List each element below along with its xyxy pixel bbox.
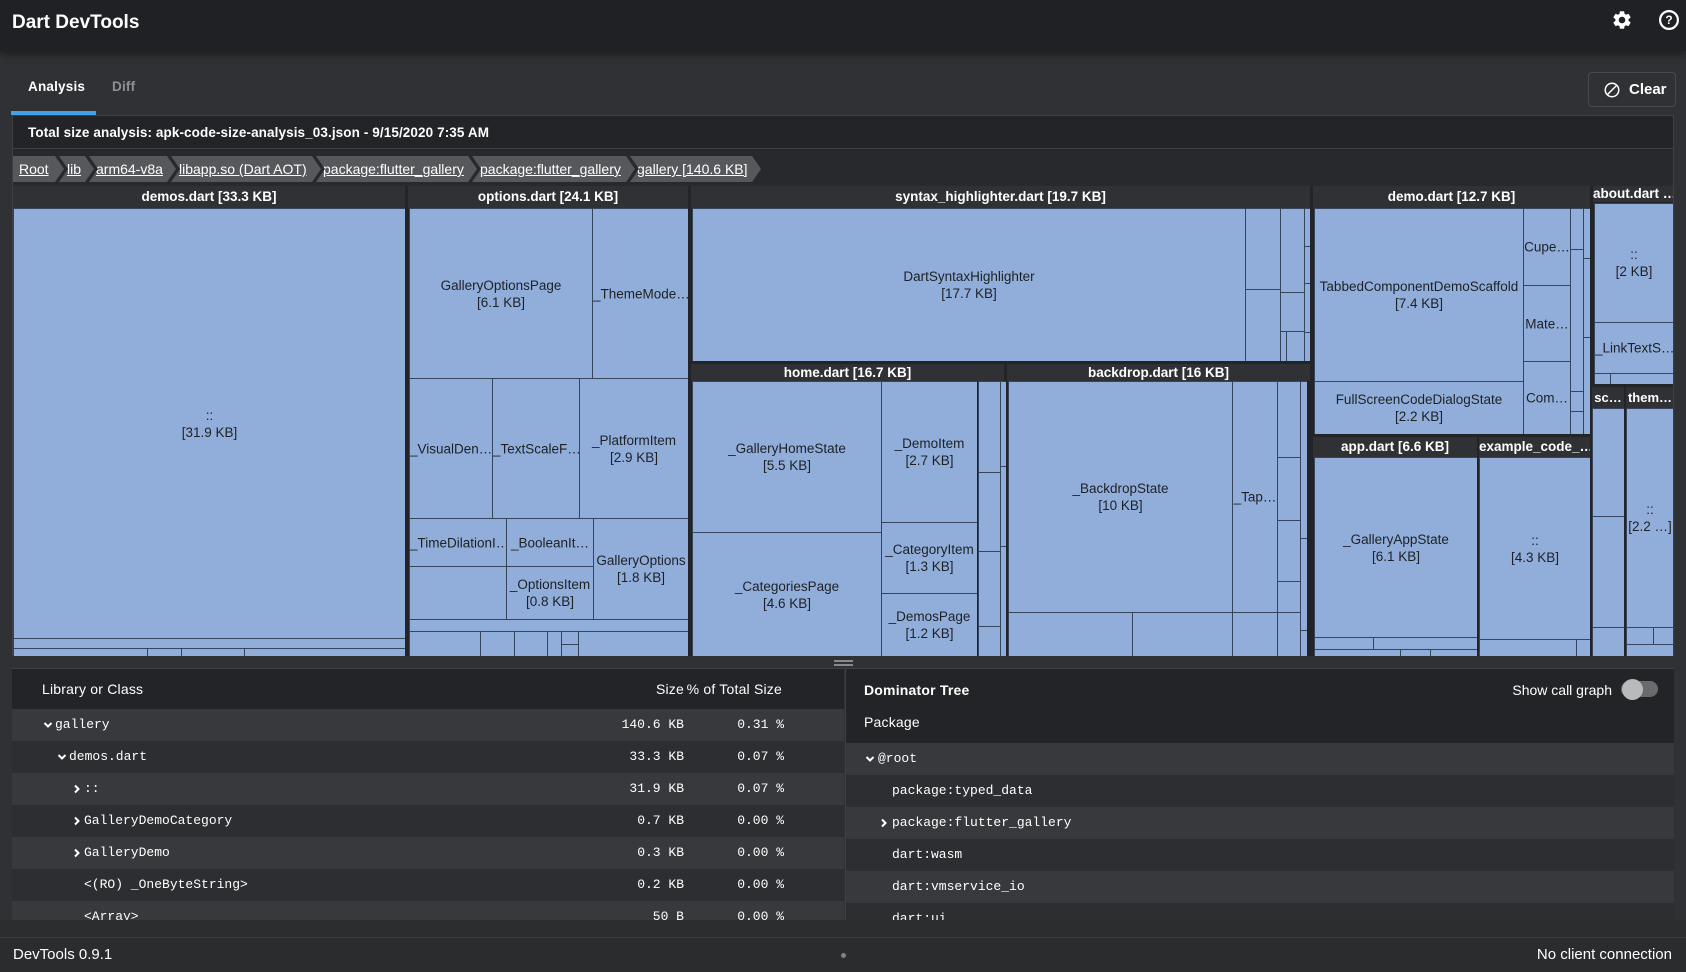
- svg-text:?: ?: [1665, 13, 1672, 27]
